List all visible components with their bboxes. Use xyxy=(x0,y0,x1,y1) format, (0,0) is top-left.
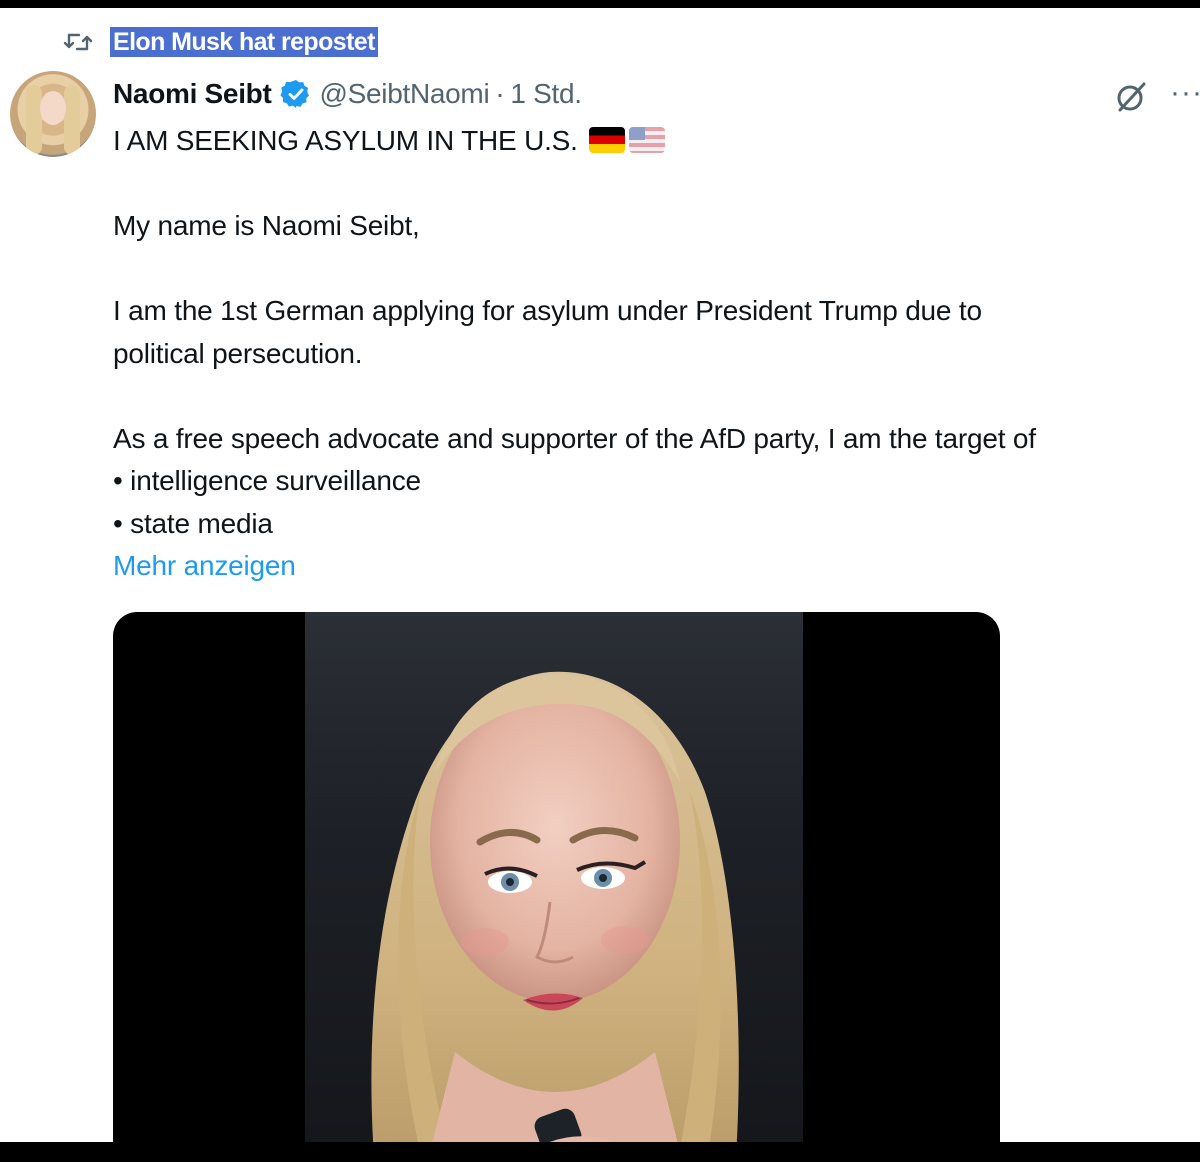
us-flag-icon xyxy=(629,126,666,153)
more-options-icon[interactable]: ··· xyxy=(1170,78,1200,108)
video-thumbnail xyxy=(305,612,803,1142)
bullet-item: • state media xyxy=(113,507,273,539)
grok-icon[interactable] xyxy=(1112,78,1150,116)
video-media[interactable] xyxy=(113,612,1000,1142)
tweet-screen: Elon Musk hat repostet Naomi Seibt @Seib… xyxy=(0,8,1200,1142)
tweet-headline: I AM SEEKING ASYLUM IN THE U.S. xyxy=(113,125,578,156)
avatar-hair-left xyxy=(26,85,42,155)
show-more-link[interactable]: Mehr anzeigen xyxy=(113,545,1200,588)
german-flag-icon xyxy=(589,126,626,153)
avatar[interactable] xyxy=(10,71,96,157)
tweet-author-row: Naomi Seibt @SeibtNaomi · 1 Std. xyxy=(113,74,582,114)
video-portrait-illustration xyxy=(371,671,739,1142)
bullet-item: • intelligence surveillance xyxy=(113,465,421,496)
tweet-line-5: As a free speech advocate and supporter … xyxy=(113,422,1036,454)
verified-badge-icon xyxy=(272,78,312,110)
tweet-line-2: My name is Naomi Seibt, xyxy=(113,210,420,241)
avatar-face xyxy=(40,91,66,125)
repost-header: Elon Musk hat repostet xyxy=(60,26,378,58)
tweet-line-4: political persecution. xyxy=(113,337,363,369)
tweet-body: I AM SEEKING ASYLUM IN THE U.S. My name … xyxy=(113,120,1200,588)
post-timestamp[interactable]: 1 Std. xyxy=(510,78,582,110)
tweet-line-3: I am the 1st German applying for asylum … xyxy=(113,295,982,326)
repost-label[interactable]: Elon Musk hat repostet xyxy=(110,27,378,57)
avatar-hair-right xyxy=(64,85,80,155)
tweet-line-1: I AM SEEKING ASYLUM IN THE U.S. xyxy=(113,120,1200,163)
repost-icon xyxy=(60,28,96,56)
author-display-name[interactable]: Naomi Seibt xyxy=(113,78,272,110)
separator-dot: · xyxy=(495,78,505,109)
author-handle[interactable]: @SeibtNaomi xyxy=(320,78,490,110)
